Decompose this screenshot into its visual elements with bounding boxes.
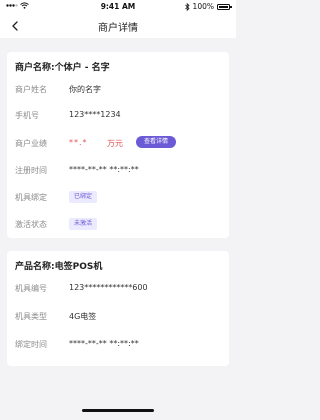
device-number-value: 123************600 <box>69 283 148 292</box>
activation-status-label: 激活状态 <box>15 220 47 229</box>
home-indicator <box>82 409 154 412</box>
binding-time-label: 绑定时间 <box>15 340 47 349</box>
page-title: 商户详情 <box>98 23 138 34</box>
bluetooth-icon <box>184 2 190 11</box>
view-details-button[interactable]: 查看详情 <box>136 136 176 148</box>
activation-status-badge: 未激活 <box>69 218 98 230</box>
device-type-value: 4G电签 <box>69 312 97 321</box>
device-number-label: 机具编号 <box>15 284 47 293</box>
status-right-group: 100% <box>184 2 232 11</box>
battery-icon <box>217 3 232 10</box>
binding-time-value: ****-**-** **:**:** <box>69 339 139 348</box>
product-name-title: 产品名称:电签POS机 <box>15 262 103 272</box>
nav-bar: 商户详情 <box>0 14 236 38</box>
phone-value: 123****1234 <box>69 110 121 119</box>
merchant-owner-label: 商户姓名 <box>15 85 47 94</box>
device-type-label: 机具类型 <box>15 312 47 321</box>
performance-label: 商户业绩 <box>15 139 47 148</box>
performance-unit: 万元 <box>107 139 123 148</box>
device-binding-label: 机具绑定 <box>15 193 47 202</box>
status-bar: 9:41 AM 100% <box>0 0 236 14</box>
performance-value: **.* <box>69 138 88 147</box>
bound-status-badge: 已绑定 <box>69 191 98 203</box>
battery-percent: 100% <box>192 2 214 11</box>
merchant-info-card: 商户名称:个体户 - 名字 商户姓名 你的名字 手机号 123****1234 … <box>7 52 229 238</box>
merchant-name-title: 商户名称:个体户 - 名字 <box>15 63 110 73</box>
register-time-value: ****-**-** **:**:** <box>69 165 139 174</box>
phone-label: 手机号 <box>15 111 39 120</box>
register-time-label: 注册时间 <box>15 166 47 175</box>
merchant-owner-value: 你的名字 <box>69 85 101 94</box>
product-info-card: 产品名称:电签POS机 机具编号 123************600 机具类型… <box>7 251 229 366</box>
